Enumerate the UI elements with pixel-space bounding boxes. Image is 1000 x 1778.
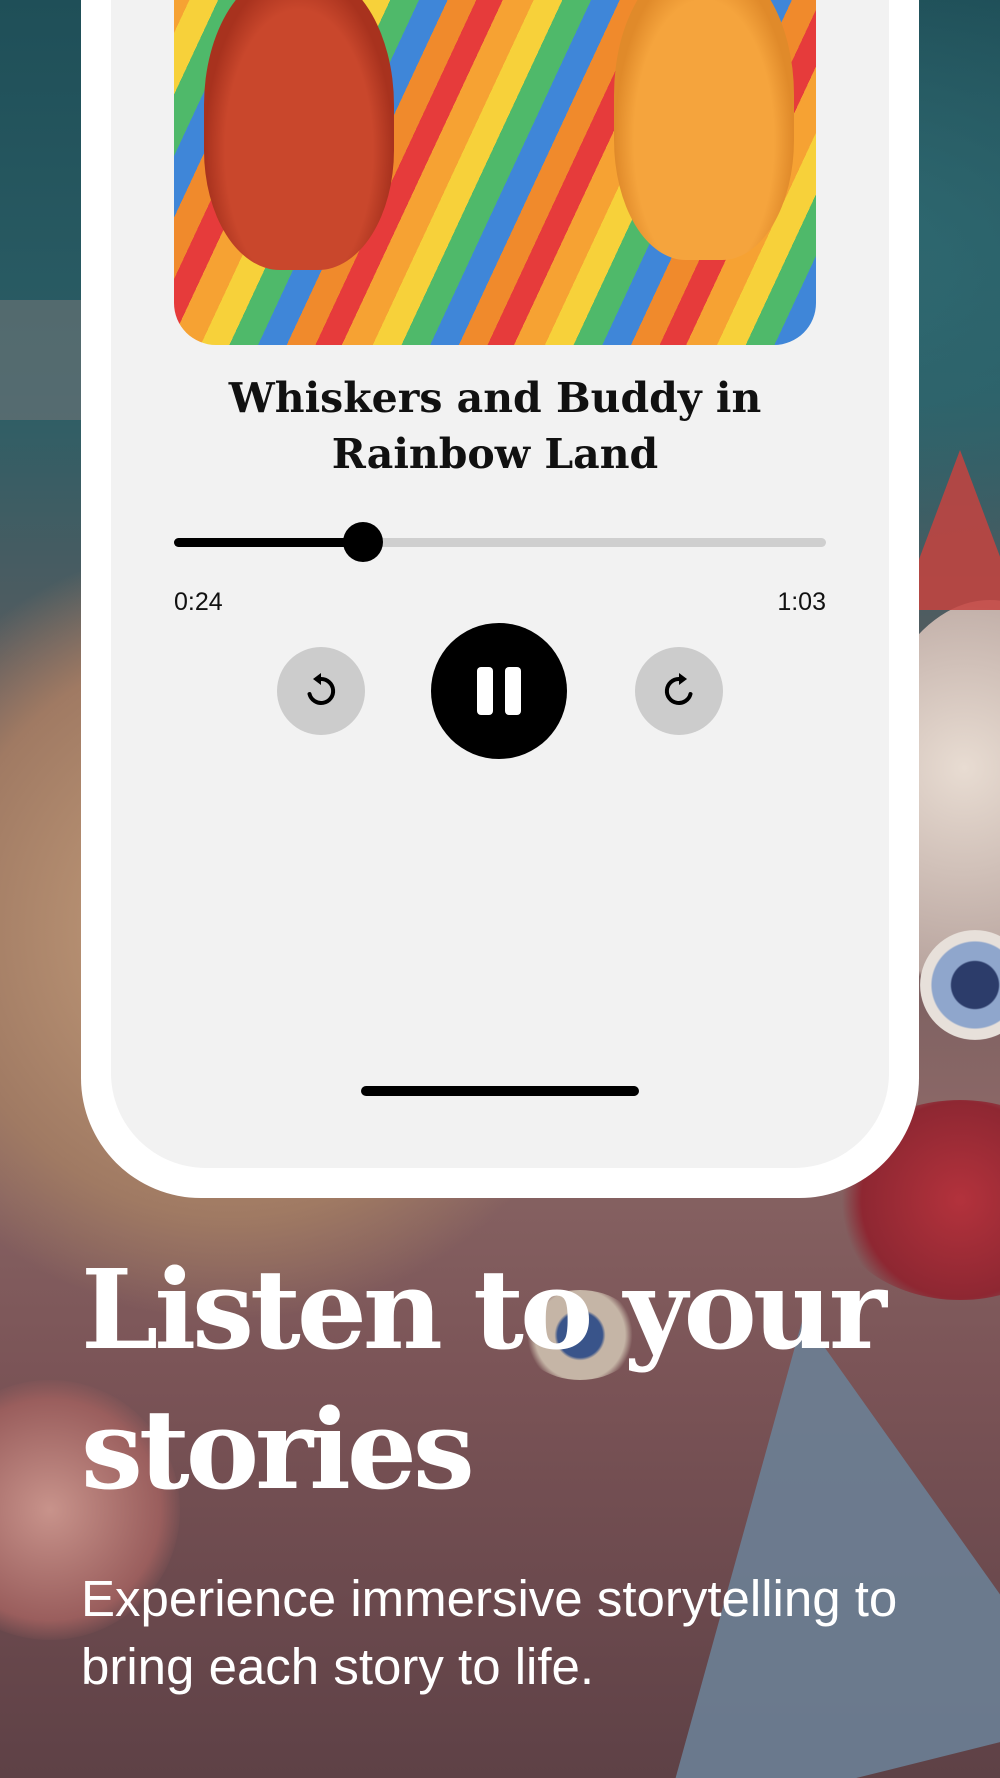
progress-thumb[interactable]: [343, 522, 384, 562]
story-cover-art: [174, 0, 816, 345]
rewind-button[interactable]: [277, 647, 365, 735]
forward-icon: [664, 673, 693, 705]
progress-slider[interactable]: [174, 522, 826, 562]
home-indicator[interactable]: [361, 1086, 639, 1096]
player-screen: Whiskers and Buddy in Rainbow Land 0:24 …: [111, 0, 889, 1168]
forward-button[interactable]: [635, 647, 723, 735]
progress-fill: [174, 538, 364, 547]
promo-headline: Listen to your stories: [81, 1245, 887, 1514]
story-title: Whiskers and Buddy in Rainbow Land: [228, 374, 762, 478]
pause-button[interactable]: [431, 623, 567, 759]
elapsed-time: 0:24: [174, 588, 223, 616]
phone-frame: Whiskers and Buddy in Rainbow Land 0:24 …: [81, 0, 919, 1198]
pause-icon: [477, 667, 521, 715]
total-duration: 1:03: [777, 588, 826, 616]
rewind-icon: [307, 673, 336, 705]
cat-figure-left: [204, 0, 394, 270]
cat-figure-right: [614, 0, 794, 260]
promo-subtitle: Experience immersive storytelling to bri…: [81, 1570, 898, 1695]
